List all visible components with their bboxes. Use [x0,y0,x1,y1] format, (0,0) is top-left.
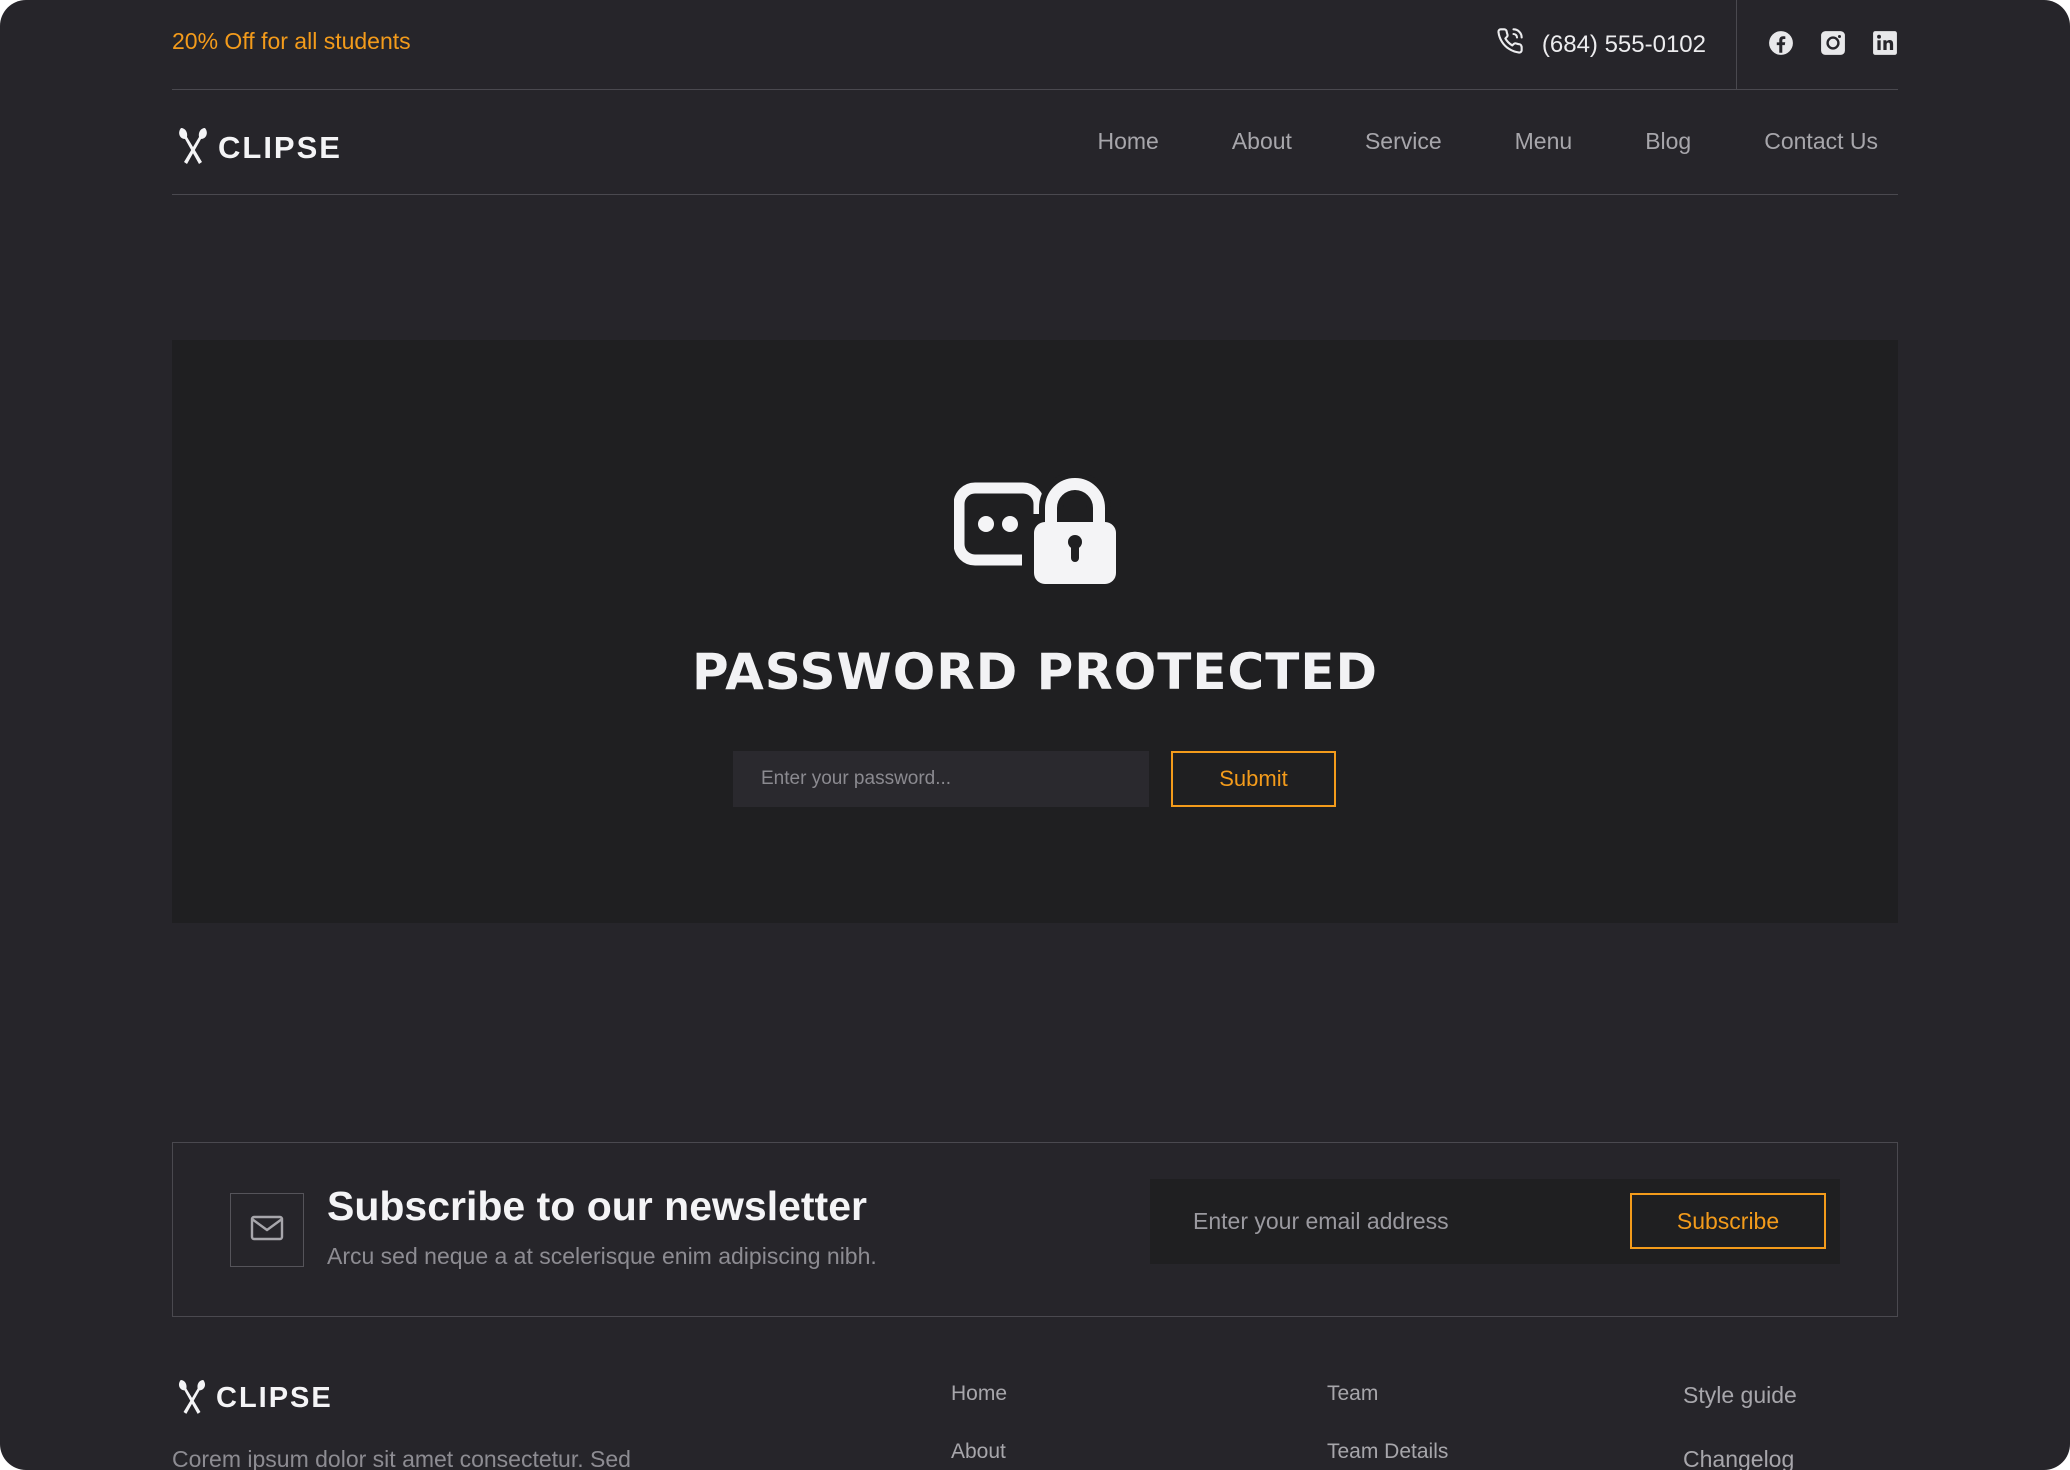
nav-item-home[interactable]: Home [1097,128,1158,155]
brand-name: CLIPSE [218,129,342,165]
footer-link-changelog[interactable]: Changelog [1683,1446,1797,1470]
password-title: PASSWORD PROTECTED [692,643,1378,701]
page-window: 20% Off for all students (684) 555-0102 [0,0,2070,1470]
topbar-divider [1736,0,1737,90]
submit-button[interactable]: Submit [1171,751,1336,807]
nav-item-blog[interactable]: Blog [1645,128,1691,155]
footer-link-team-details[interactable]: Team Details [1327,1440,1448,1470]
footer-links-column-1: Home About [951,1382,1007,1470]
mail-icon [250,1214,284,1247]
password-lock-icon [953,470,1118,585]
newsletter-form: Subscribe [1150,1179,1840,1264]
footer-link-home[interactable]: Home [951,1382,1007,1440]
footer-links-column-2: Team Team Details [1327,1382,1448,1470]
utensils-logo-icon [176,126,210,169]
nav-item-contact-us[interactable]: Contact Us [1764,128,1878,155]
top-bar: 20% Off for all students (684) 555-0102 [172,0,1898,90]
instagram-icon[interactable] [1820,30,1846,56]
email-input[interactable] [1150,1179,1630,1264]
brand-logo[interactable]: CLIPSE [176,126,342,169]
footer-description: Corem ipsum dolor sit amet consectetur. … [172,1446,631,1470]
mail-icon-box [230,1193,304,1267]
nav-item-service[interactable]: Service [1365,128,1442,155]
phone-contact[interactable]: (684) 555-0102 [1496,27,1706,62]
footer-link-about[interactable]: About [951,1440,1007,1470]
footer-brand-logo[interactable]: CLIPSE [176,1378,333,1419]
footer-links-column-3: Style guide Changelog [1683,1382,1797,1470]
footer: CLIPSE Corem ipsum dolor sit amet consec… [172,1370,1898,1470]
newsletter-title: Subscribe to our newsletter [327,1183,867,1229]
footer-link-team[interactable]: Team [1327,1382,1448,1440]
nav-item-about[interactable]: About [1232,128,1292,155]
phone-number: (684) 555-0102 [1541,30,1706,58]
phone-icon [1496,27,1524,62]
footer-link-style-guide[interactable]: Style guide [1683,1382,1797,1446]
footer-brand-name: CLIPSE [216,1382,333,1414]
promo-text: 20% Off for all students [172,28,411,54]
password-input[interactable] [733,751,1149,807]
nav-item-menu[interactable]: Menu [1515,128,1573,155]
subscribe-button[interactable]: Subscribe [1630,1193,1826,1249]
main-nav: CLIPSE Home About Service Menu Blog Cont… [172,90,1898,195]
nav-menu: Home About Service Menu Blog Contact Us [1097,128,1878,155]
social-links [1768,30,1898,56]
facebook-icon[interactable] [1768,30,1794,56]
password-card: PASSWORD PROTECTED Submit [172,340,1898,923]
newsletter-subtitle: Arcu sed neque a at scelerisque enim adi… [327,1243,877,1269]
newsletter-section: Subscribe to our newsletter Arcu sed neq… [172,1142,1898,1317]
utensils-logo-icon [176,1378,208,1419]
linkedin-icon[interactable] [1872,30,1898,56]
